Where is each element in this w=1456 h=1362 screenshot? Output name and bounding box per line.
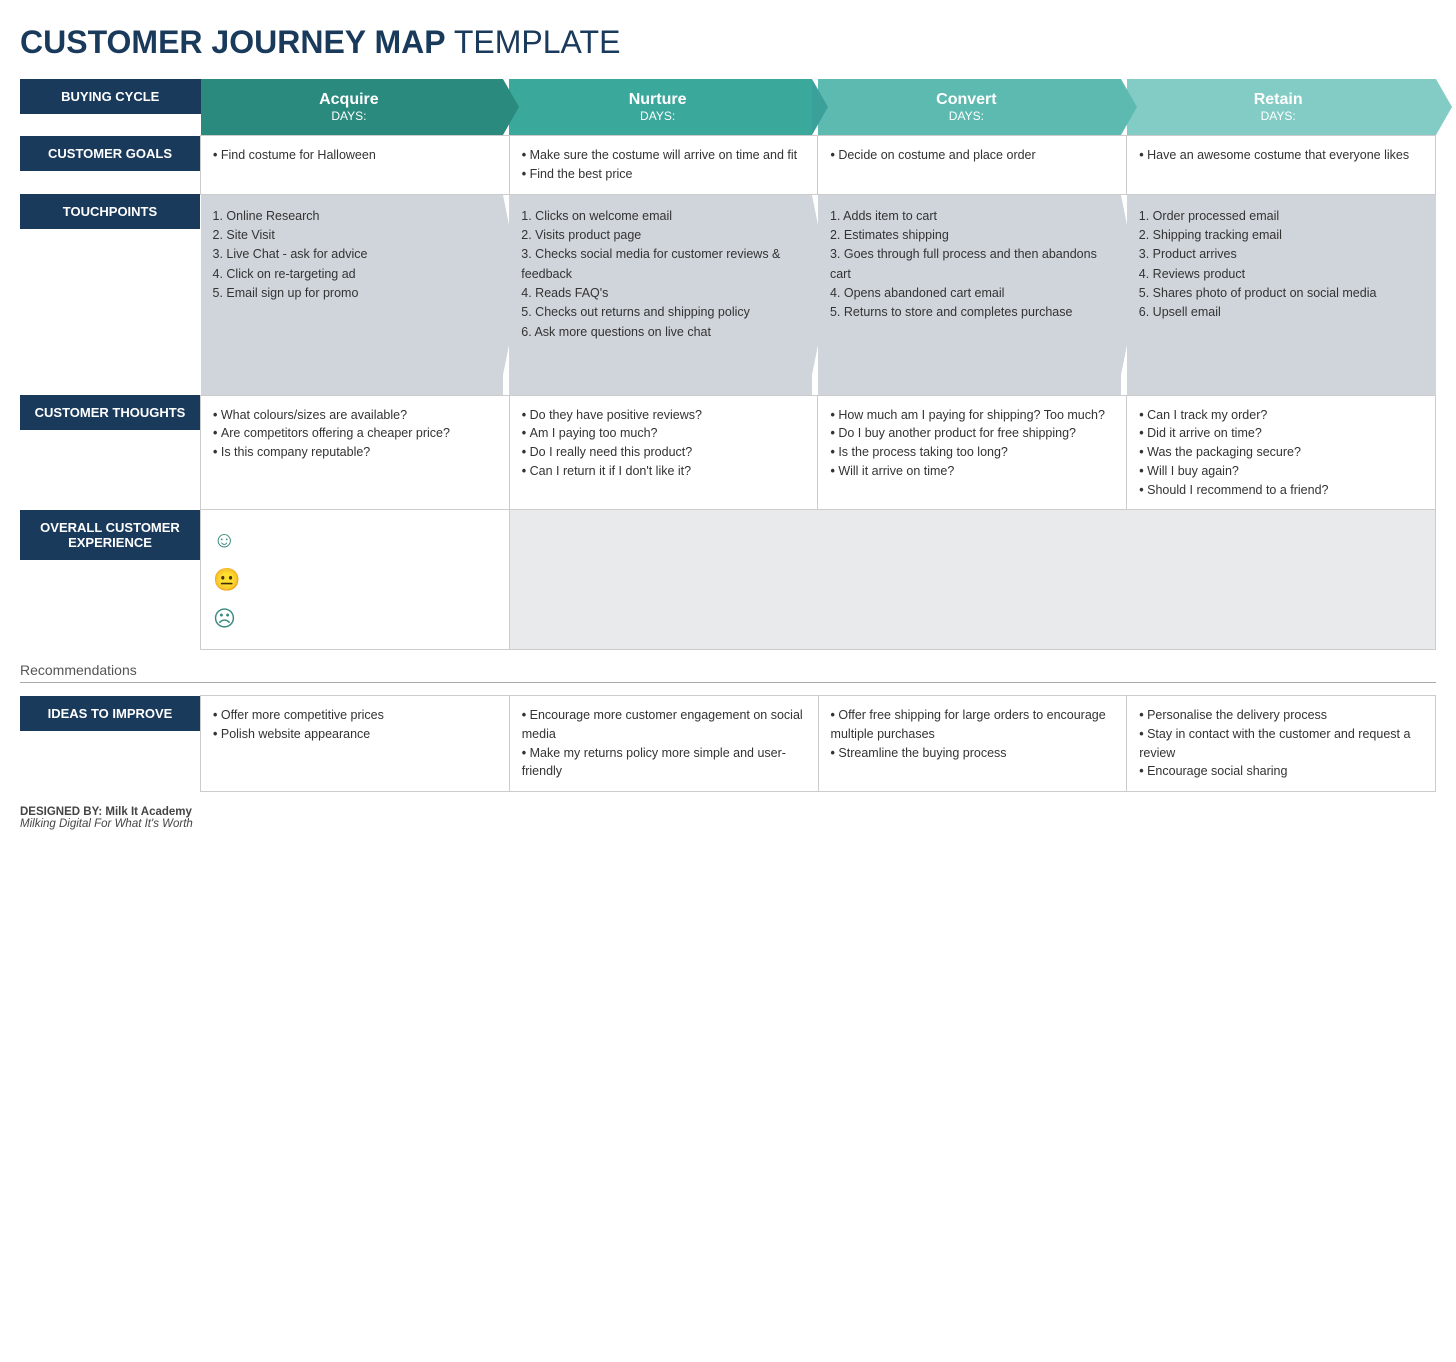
thoughts-label: CUSTOMER THOUGHTS xyxy=(20,395,200,430)
customer-thoughts-row: CUSTOMER THOUGHTS What colours/sizes are… xyxy=(20,395,1436,510)
recommendations-label: Recommendations xyxy=(20,662,1436,683)
customer-goals-row: CUSTOMER GOALS Find costume for Hallowee… xyxy=(20,136,1436,195)
ideas-table: IDEAS TO IMPROVE Offer more competitive … xyxy=(20,695,1436,792)
experience-label: OVERALL CUSTOMER EXPERIENCE xyxy=(20,510,200,560)
thoughts-cell-3: How much am I paying for shipping? Too m… xyxy=(818,395,1127,510)
footer-line1: DESIGNED BY: Milk It Academy xyxy=(20,806,1436,818)
touchpoints-cell-3: 1. Adds item to cart2. Estimates shippin… xyxy=(818,194,1127,395)
buying-cycle-header: BUYING CYCLE xyxy=(20,79,201,114)
footer: DESIGNED BY: Milk It Academy Milking Dig… xyxy=(20,806,1436,830)
ideas-cell-3: Offer free shipping for large orders to … xyxy=(818,696,1127,792)
touchpoints-cell-2: 1. Clicks on welcome email2. Visits prod… xyxy=(509,194,818,395)
buying-cycle-row: BUYING CYCLE AcquireDAYS: NurtureDAYS: C… xyxy=(20,79,1436,136)
ideas-cell-2: Encourage more customer engagement on so… xyxy=(509,696,818,792)
emoji-happy: ☺ xyxy=(213,520,497,560)
ideas-cell-4: Personalise the delivery process Stay in… xyxy=(1127,696,1436,792)
phase-retain: RetainDAYS: xyxy=(1127,79,1436,135)
touchpoints-content-4: 1. Order processed email2. Shipping trac… xyxy=(1139,207,1377,323)
touchpoints-content-3: 1. Adds item to cart2. Estimates shippin… xyxy=(830,207,1101,323)
thoughts-cell-2: Do they have positive reviews? Am I payi… xyxy=(509,395,818,510)
phase-convert: ConvertDAYS: xyxy=(818,79,1121,135)
touchpoints-content-1: 1. Online Research2. Site Visit3. Live C… xyxy=(213,207,368,304)
goals-cell-2: Make sure the costume will arrive on tim… xyxy=(509,136,818,195)
touchpoints-cell-1: 1. Online Research2. Site Visit3. Live C… xyxy=(201,194,510,395)
page-title: CUSTOMER JOURNEY MAP TEMPLATE xyxy=(20,24,1436,61)
goals-cell-4: Have an awesome costume that everyone li… xyxy=(1127,136,1436,195)
phase-nurture: NurtureDAYS: xyxy=(509,79,812,135)
thoughts-cell-1: What colours/sizes are available? Are co… xyxy=(201,395,510,510)
emoji-sad: ☹ xyxy=(213,599,497,639)
emoji-neutral: 😐 xyxy=(213,560,497,600)
recommendations-section: Recommendations xyxy=(20,662,1436,695)
experience-wide xyxy=(509,510,1435,650)
ideas-row: IDEAS TO IMPROVE Offer more competitive … xyxy=(20,696,1436,792)
touchpoints-label: TOUCHPOINTS xyxy=(20,194,200,229)
goals-cell-3: Decide on costume and place order xyxy=(818,136,1127,195)
touchpoints-cell-4: 1. Order processed email2. Shipping trac… xyxy=(1127,194,1436,395)
goals-cell-1: Find costume for Halloween xyxy=(201,136,510,195)
experience-row: OVERALL CUSTOMER EXPERIENCE ☺ 😐 ☹ xyxy=(20,510,1436,650)
ideas-label: IDEAS TO IMPROVE xyxy=(20,696,200,731)
journey-map-table: BUYING CYCLE AcquireDAYS: NurtureDAYS: C… xyxy=(20,79,1436,650)
ideas-cell-1: Offer more competitive prices Polish web… xyxy=(201,696,510,792)
thoughts-cell-4: Can I track my order? Did it arrive on t… xyxy=(1127,395,1436,510)
footer-line2: Milking Digital For What It's Worth xyxy=(20,818,1436,830)
experience-emojis: ☺ 😐 ☹ xyxy=(201,510,510,650)
phase-acquire: AcquireDAYS: xyxy=(201,79,504,135)
touchpoints-content-2: 1. Clicks on welcome email2. Visits prod… xyxy=(521,207,792,343)
touchpoints-row: TOUCHPOINTS 1. Online Research2. Site Vi… xyxy=(20,194,1436,395)
goals-label: CUSTOMER GOALS xyxy=(20,136,200,171)
